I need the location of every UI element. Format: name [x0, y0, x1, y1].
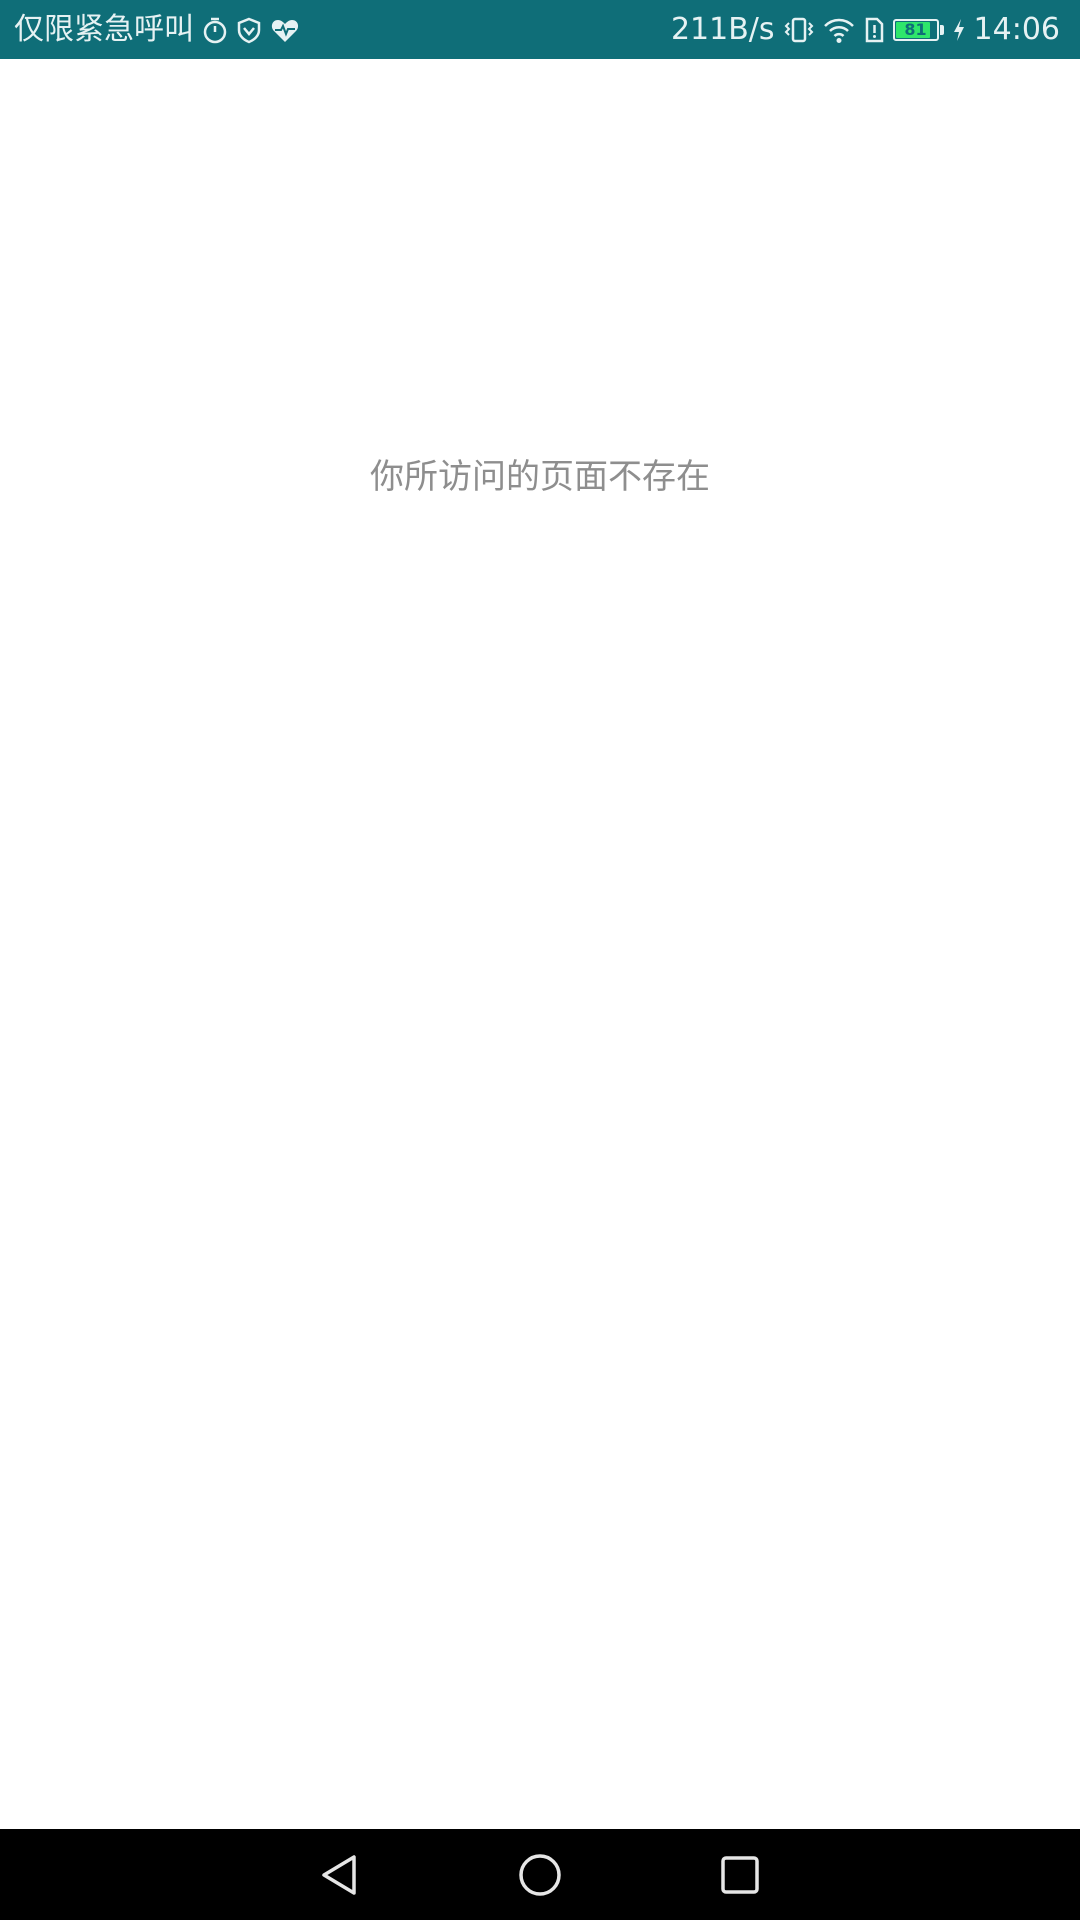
- navigation-bar: [0, 1829, 1080, 1920]
- back-icon: [322, 1855, 356, 1895]
- clock: 14:06: [973, 12, 1060, 47]
- page-not-found-message: 你所访问的页面不存在: [370, 457, 710, 497]
- page-content: 你所访问的页面不存在: [0, 59, 1080, 1829]
- status-bar-left: 仅限紧急呼叫: [14, 0, 300, 59]
- charging-icon: [952, 17, 966, 43]
- wifi-icon: [823, 16, 855, 44]
- battery-icon: 81: [892, 18, 939, 41]
- carrier-text: 仅限紧急呼叫: [14, 12, 194, 47]
- recent-apps-button[interactable]: [714, 1849, 766, 1901]
- home-button[interactable]: [514, 1849, 566, 1901]
- home-icon: [519, 1854, 561, 1896]
- stopwatch-icon: [202, 16, 228, 44]
- battery-group: 81: [892, 18, 944, 41]
- recent-apps-icon: [721, 1856, 759, 1894]
- heart-pulse-icon: [270, 16, 300, 44]
- status-bar-right: 211B/s 81 14:06: [671, 0, 1060, 59]
- battery-level: 81: [904, 20, 927, 39]
- battery-cap: [939, 24, 944, 35]
- sim-alert-icon: [863, 16, 885, 44]
- status-bar: 仅限紧急呼叫 211B/s 81 14:06: [0, 0, 1080, 59]
- network-speed: 211B/s: [670, 12, 775, 47]
- back-button[interactable]: [314, 1849, 366, 1901]
- shield-icon: [236, 16, 262, 44]
- vibrate-icon: [783, 15, 815, 45]
